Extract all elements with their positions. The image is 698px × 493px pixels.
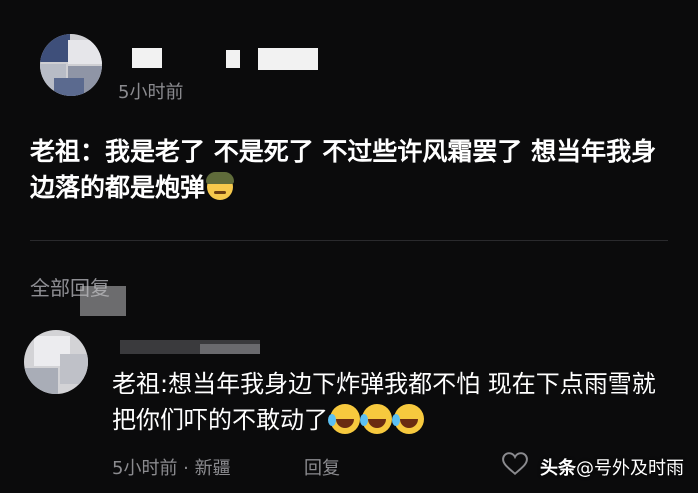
username-redaction	[226, 50, 240, 68]
laughing-tears-icon	[360, 404, 392, 434]
reply-location: 新疆	[194, 458, 231, 479]
watermark-handle: @号外及时雨	[576, 458, 684, 479]
watermark: 头条@号外及时雨	[540, 454, 684, 480]
laughing-tears-icon	[328, 404, 360, 434]
helmet-face-icon	[206, 172, 235, 200]
comment-text: 老祖：我是老了 不是死了 不过些许风霜罢了 想当年我身边落的都是炮弹	[30, 137, 657, 202]
reply-timestamp: 5小时前	[112, 458, 178, 479]
watermark-brand: 头条	[540, 458, 576, 479]
laughing-tears-icon	[392, 404, 424, 434]
comment-timestamp: 5小时前	[118, 82, 184, 103]
username-redaction	[258, 48, 318, 70]
commenter-avatar[interactable]	[40, 34, 102, 96]
reply-username-redaction	[200, 344, 260, 354]
heart-icon[interactable]	[502, 452, 528, 476]
reply-avatar[interactable]	[24, 330, 88, 394]
meta-separator: ·	[177, 458, 195, 479]
username-redaction	[132, 48, 162, 68]
divider	[30, 240, 668, 241]
reply-meta: 5小时前 · 新疆	[112, 454, 231, 480]
comment-body: 老祖：我是老了 不是死了 不过些许风霜罢了 想当年我身边落的都是炮弹	[30, 134, 670, 206]
image-artifact	[80, 286, 126, 316]
reply-body: 老祖:想当年我身边下炸弹我都不怕 现在下点雨雪就把你们吓的不敢动了	[112, 366, 672, 438]
reply-button[interactable]: 回复	[304, 454, 340, 480]
